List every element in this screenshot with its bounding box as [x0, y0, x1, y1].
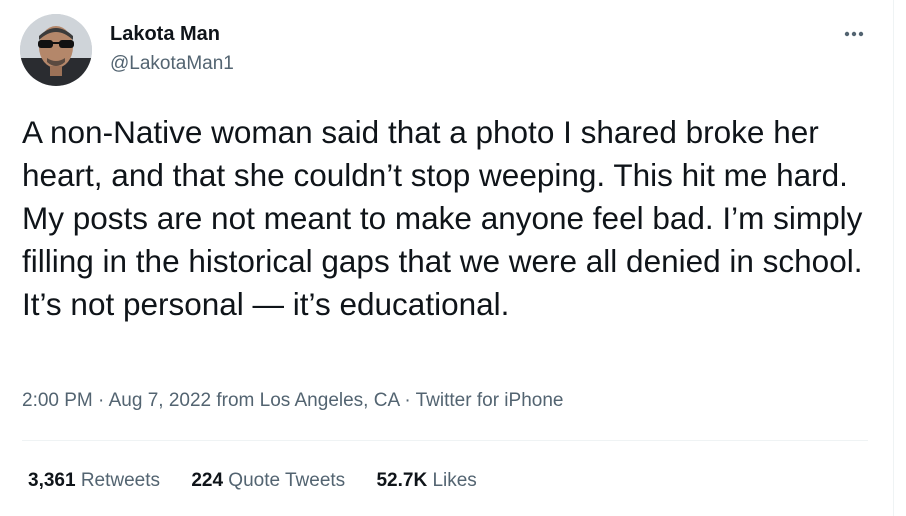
tweet-text: A non-Native woman said that a photo I s… [22, 114, 863, 322]
tweet-stats: 3,361 Retweets 224 Quote Tweets 52.7K Li… [28, 468, 503, 494]
quote-tweets-stat[interactable]: 224 Quote Tweets [191, 468, 345, 494]
meta-separator: · [404, 390, 411, 411]
tweet-metadata: 2:00 PM · Aug 7, 2022 from Los Angeles, … [22, 388, 563, 414]
more-options-button[interactable] [838, 18, 870, 50]
display-name[interactable]: Lakota Man [110, 22, 220, 46]
tweet-date-location[interactable]: Aug 7, 2022 from Los Angeles, CA [109, 390, 399, 411]
meta-separator: · [98, 390, 105, 411]
avatar-image [20, 14, 92, 86]
tweet-time[interactable]: 2:00 PM [22, 390, 93, 411]
divider [22, 440, 868, 441]
more-horizontal-icon [844, 31, 864, 37]
likes-stat[interactable]: 52.7K Likes [376, 468, 476, 494]
likes-label: Likes [432, 470, 477, 491]
retweets-count: 3,361 [28, 470, 76, 491]
retweets-label: Retweets [80, 470, 161, 491]
user-handle[interactable]: @LakotaMan1 [110, 52, 234, 76]
tweet-card: Lakota Man @LakotaMan1 A non-Native woma… [0, 0, 894, 516]
tweet-client[interactable]: Twitter for iPhone [416, 390, 564, 411]
avatar[interactable] [20, 14, 92, 86]
retweets-stat[interactable]: 3,361 Retweets [28, 468, 160, 494]
quote-tweets-count: 224 [191, 470, 224, 491]
likes-count: 52.7K [376, 470, 428, 491]
quote-tweets-label: Quote Tweets [228, 470, 346, 491]
